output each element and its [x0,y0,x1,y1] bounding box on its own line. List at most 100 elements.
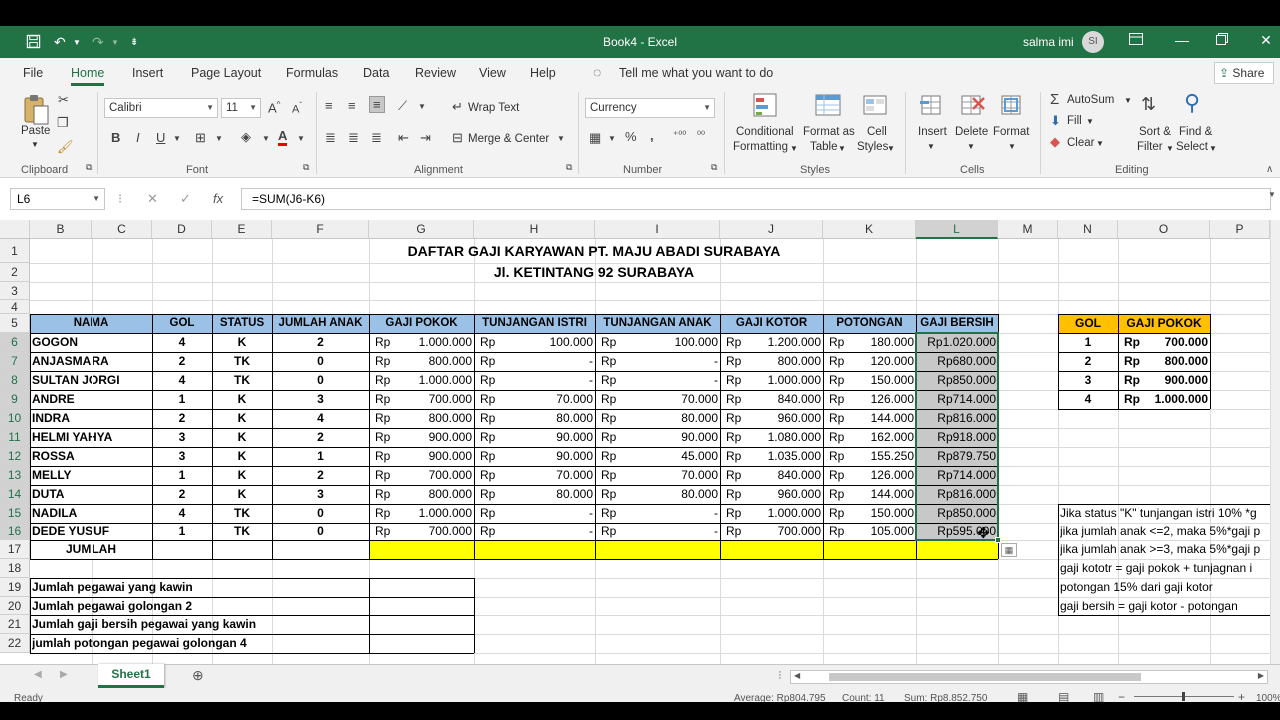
column-header-p[interactable]: P [1210,220,1270,239]
comma-style-icon[interactable]: , [650,128,654,143]
table-header[interactable]: POTONGAN [825,314,914,333]
restore-icon[interactable] [1212,32,1232,48]
tab-review[interactable]: Review [415,66,456,80]
row-header-17[interactable]: 17 [0,540,30,559]
tab-home[interactable]: Home [71,66,105,86]
column-header-n[interactable]: N [1058,220,1118,239]
insert-dropdown-icon[interactable]: ▼ [927,142,935,151]
tell-me-search[interactable]: Tell me what you want to do [619,66,773,80]
amount-potongan[interactable]: 150.000 [825,504,914,523]
row-header-11[interactable]: 11 [0,428,30,447]
find-select-icon[interactable]: ⚲ [1184,90,1200,116]
gol-table-gol[interactable]: 2 [1060,352,1116,371]
row-header-3[interactable]: 3 [0,282,30,300]
number-format-select[interactable]: Currency ▼ [585,98,715,118]
column-header-l[interactable]: L [916,220,998,239]
amount-istri[interactable]: 80.000 [476,409,593,428]
amount-kotor[interactable]: 960.000 [722,485,821,504]
amount-kotor[interactable]: 1.080.000 [722,428,821,447]
format-as-table-dropdown-icon[interactable]: ▼ [838,144,846,153]
column-header-d[interactable]: D [152,220,212,239]
amount-pokok[interactable]: 700.000 [371,466,472,485]
note-text[interactable]: jika jumlah anak <=2, maka 5%*gaji p [1060,523,1268,540]
user-name[interactable]: salma imi [1023,35,1074,49]
row-header-15[interactable]: 15 [0,504,30,523]
conditional-formatting-label-2[interactable]: Formatting [733,141,788,153]
summary-label[interactable]: Jumlah pegawai yang kawin [32,578,367,597]
format-painter-icon[interactable]: 🖌 [57,139,74,155]
amount-tanak[interactable]: 100.000 [597,333,718,352]
amount-potongan[interactable]: 120.000 [825,352,914,371]
increase-decimal-icon[interactable]: ⁺⁰⁰ [673,130,686,141]
employee-anak[interactable]: 2 [274,333,367,352]
borders-dropdown-icon[interactable]: ▼ [215,134,223,143]
amount-tanak[interactable]: - [597,371,718,390]
employee-name[interactable]: DEDE YUSUF [32,523,150,540]
clear-button[interactable]: Clear [1067,137,1094,149]
employee-name[interactable]: MELLY [32,466,150,485]
orientation-dropdown-icon[interactable]: ▼ [418,102,426,111]
employee-gol[interactable]: 1 [154,523,210,540]
employee-status[interactable]: TK [214,371,270,390]
jumlah-label[interactable]: JUMLAH [32,540,150,559]
employee-gol[interactable]: 4 [154,333,210,352]
merge-center-button[interactable]: Merge & Center [468,133,549,145]
cell-styles-label-2[interactable]: Styles [857,141,888,153]
amount-istri[interactable]: - [476,523,593,540]
wrap-text-button[interactable]: Wrap Text [468,102,519,114]
employee-status[interactable]: K [214,333,270,352]
insert-cells-button[interactable]: Insert [918,126,947,138]
amount-potongan[interactable]: 105.000 [825,523,914,540]
italic-button[interactable]: I [136,130,140,145]
row-header-6[interactable]: 6 [0,333,30,352]
employee-name[interactable]: ANJASMARA [32,352,150,371]
column-header-e[interactable]: E [212,220,272,239]
paste-button[interactable]: Paste [21,125,50,137]
gol-table-gaji[interactable]: 1.000.000 [1120,390,1208,409]
note-text[interactable]: potongan 15% dari gaji kotor [1060,578,1268,597]
percent-style-icon[interactable]: % [625,129,637,144]
table-header[interactable]: GAJI POKOK [371,314,472,333]
enter-icon[interactable]: ✓ [180,191,191,207]
align-left-icon[interactable]: ≣ [325,130,336,146]
amount-kotor[interactable]: 840.000 [722,466,821,485]
font-color-dropdown-icon[interactable]: ▼ [297,134,305,143]
employee-status[interactable]: TK [214,504,270,523]
employee-anak[interactable]: 2 [274,428,367,447]
row-header-22[interactable]: 22 [0,634,30,653]
scroll-left-icon[interactable]: ◀ [794,671,800,680]
format-as-table-label-1[interactable]: Format as [803,126,855,138]
employee-name[interactable]: ANDRE [32,390,150,409]
amount-potongan[interactable]: 162.000 [825,428,914,447]
note-text[interactable]: gaji kototr = gaji pokok + tunjagnan i [1060,559,1268,578]
summary-label[interactable]: Jumlah gaji bersih pegawai yang kawin [32,615,367,634]
amount-istri[interactable]: - [476,352,593,371]
autosum-button[interactable]: AutoSum [1067,94,1114,106]
sort-filter-icon[interactable]: ⇅ [1141,94,1156,115]
employee-gol[interactable]: 1 [154,466,210,485]
gol-table-gaji[interactable]: 900.000 [1120,371,1208,390]
row-header-14[interactable]: 14 [0,485,30,504]
summary-label[interactable]: jumlah potongan pegawai golongan 4 [32,634,367,653]
column-header-o[interactable]: O [1118,220,1210,239]
employee-status[interactable]: K [214,485,270,504]
amount-tanak[interactable]: - [597,352,718,371]
amount-kotor[interactable]: 700.000 [722,523,821,540]
employee-name[interactable]: INDRA [32,409,150,428]
tab-file[interactable]: File [23,66,43,80]
conditional-formatting-label-1[interactable]: Conditional [736,126,794,138]
employee-anak[interactable]: 0 [274,352,367,371]
quick-analysis-icon[interactable]: ▦ [1001,543,1017,557]
format-as-table-icon[interactable] [814,92,842,120]
ribbon-display-options-icon[interactable] [1126,32,1146,48]
amount-pokok[interactable]: 800.000 [371,409,472,428]
row-header-1[interactable]: 1 [0,239,30,263]
employee-name[interactable]: NADILA [32,504,150,523]
sheet-subtitle[interactable]: Jl. KETINTANG 92 SURABAYA [274,263,914,282]
amount-kotor[interactable]: 960.000 [722,409,821,428]
find-select-dropdown-icon[interactable]: ▼ [1209,144,1217,153]
note-text[interactable]: gaji bersih = gaji kotor - potongan [1060,597,1268,615]
accounting-format-icon[interactable]: ▦ [589,130,601,146]
amount-pokok[interactable]: 1.000.000 [371,333,472,352]
decrease-indent-icon[interactable]: ⇤ [398,130,409,146]
